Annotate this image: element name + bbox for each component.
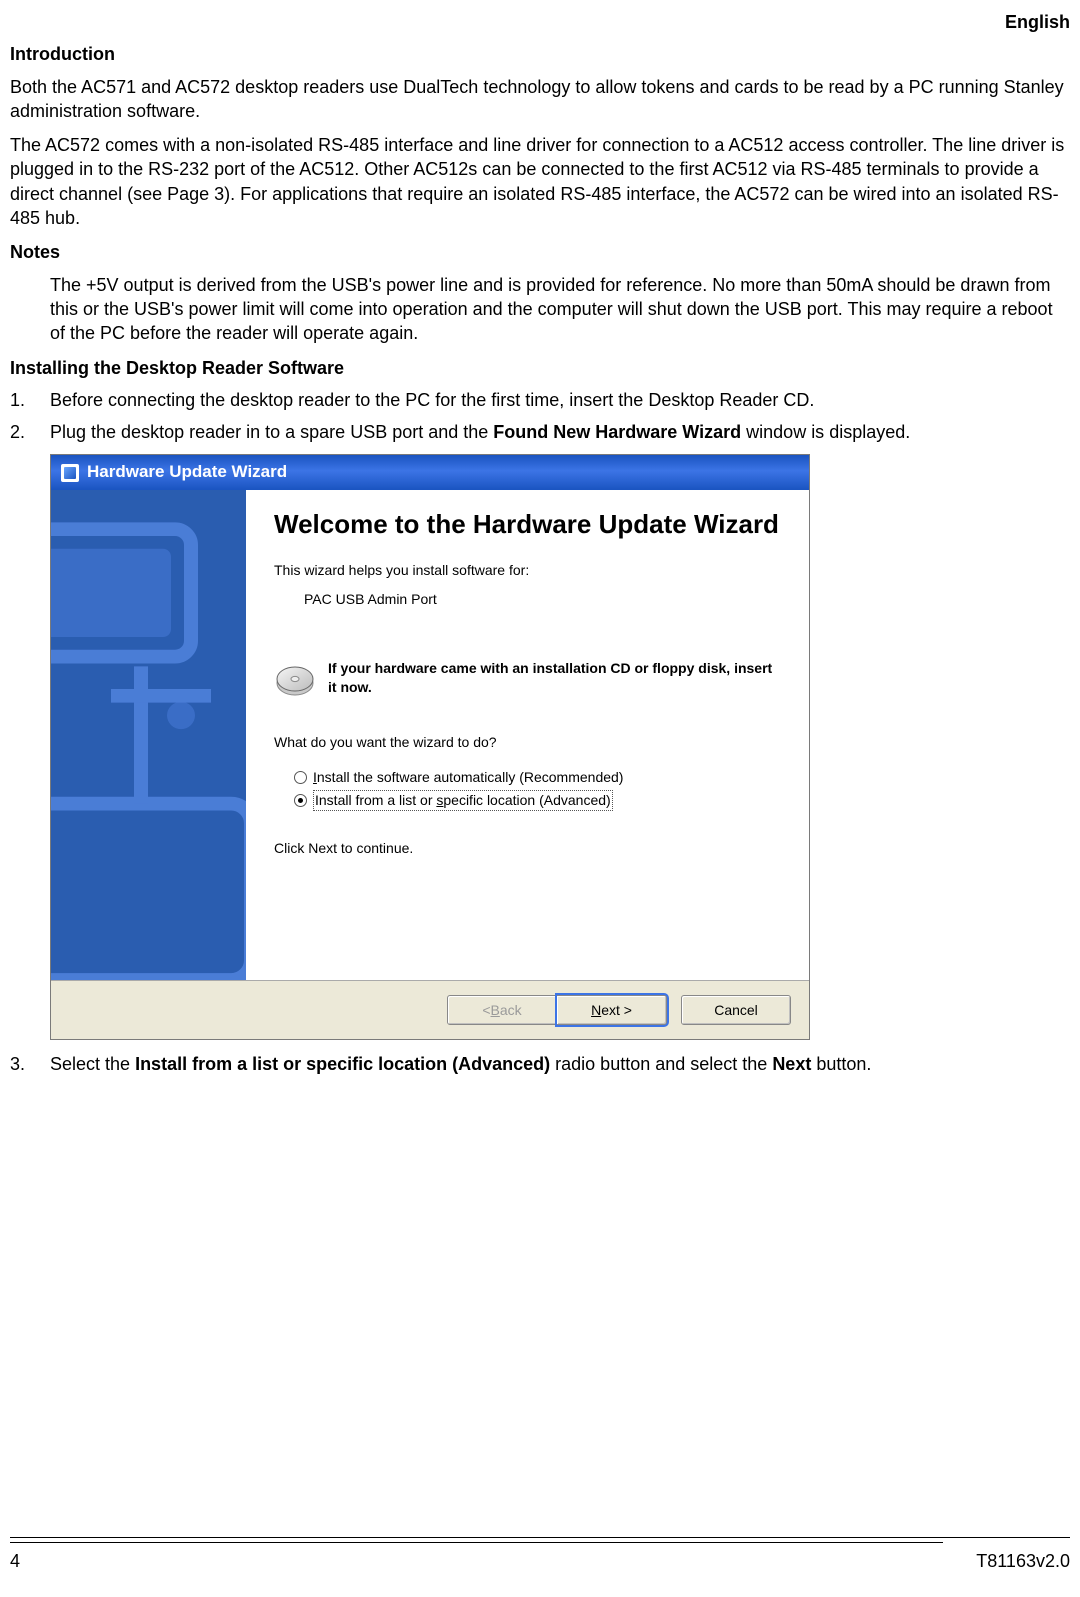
- wizard-screenshot: Hardware Update Wizard: [50, 454, 1070, 1040]
- wizard-side-graphic: [51, 490, 246, 980]
- step-2-text-before: Plug the desktop reader in to a spare US…: [50, 422, 493, 442]
- radio-unchecked-icon: [294, 771, 307, 784]
- wizard-heading: Welcome to the Hardware Update Wizard: [274, 508, 781, 541]
- install-step-2: 2. Plug the desktop reader in to a spare…: [10, 420, 1070, 444]
- wizard-window: Hardware Update Wizard: [50, 454, 810, 1040]
- wizard-continue-text: Click Next to continue.: [274, 839, 781, 858]
- wizard-cd-instruction: If your hardware came with an installati…: [328, 659, 781, 697]
- wizard-device-name: PAC USB Admin Port: [304, 590, 781, 609]
- option-advanced-label: Install from a list or specific location…: [313, 790, 613, 811]
- step-3-before: Select the: [50, 1054, 135, 1074]
- radio-checked-icon: [294, 794, 307, 807]
- back-button[interactable]: < Back: [447, 995, 557, 1025]
- next-button[interactable]: Next >: [557, 995, 667, 1025]
- step-3-bold1: Install from a list or specific location…: [135, 1054, 550, 1074]
- install-step-3: 3. Select the Install from a list or spe…: [10, 1052, 1070, 1076]
- footer-rule-thick: [10, 1537, 1070, 1538]
- cancel-button[interactable]: Cancel: [681, 995, 791, 1025]
- wizard-titlebar: Hardware Update Wizard: [51, 455, 809, 490]
- install-heading: Installing the Desktop Reader Software: [10, 356, 1070, 380]
- wizard-option-advanced[interactable]: Install from a list or specific location…: [294, 790, 781, 811]
- page-number: 4: [10, 1549, 20, 1573]
- intro-paragraph-2: The AC572 comes with a non-isolated RS-4…: [10, 133, 1070, 230]
- wizard-button-row: < Back Next > Cancel: [51, 980, 809, 1039]
- footer-rule-thin: [10, 1542, 943, 1543]
- wizard-question: What do you want the wizard to do?: [274, 733, 781, 752]
- step-2-text-after: window is displayed.: [741, 422, 910, 442]
- wizard-option-auto[interactable]: Install the software automatically (Reco…: [294, 768, 781, 787]
- notes-body: The +5V output is derived from the USB's…: [50, 273, 1070, 346]
- document-reference: T81163v2.0: [976, 1549, 1070, 1573]
- step-number: 1.: [10, 388, 25, 412]
- wizard-subtext: This wizard helps you install software f…: [274, 561, 781, 580]
- step-2-bold: Found New Hardware Wizard: [493, 422, 741, 442]
- cd-icon: [274, 659, 316, 701]
- step-1-text: Before connecting the desktop reader to …: [50, 390, 814, 410]
- step-3-bold2: Next: [772, 1054, 811, 1074]
- notes-heading: Notes: [10, 240, 1070, 264]
- language-label: English: [10, 10, 1070, 34]
- option-auto-label: Install the software automatically (Reco…: [313, 768, 623, 787]
- step-number: 3.: [10, 1052, 25, 1076]
- intro-paragraph-1: Both the AC571 and AC572 desktop readers…: [10, 75, 1070, 124]
- step-3-after: button.: [811, 1054, 871, 1074]
- wizard-title-icon: [61, 464, 79, 482]
- wizard-title-text: Hardware Update Wizard: [87, 461, 287, 484]
- install-step-1: 1. Before connecting the desktop reader …: [10, 388, 1070, 412]
- step-3-mid: radio button and select the: [550, 1054, 772, 1074]
- page-footer: 4 T81163v2.0: [10, 1537, 1070, 1573]
- step-number: 2.: [10, 420, 25, 444]
- intro-heading: Introduction: [10, 42, 1070, 66]
